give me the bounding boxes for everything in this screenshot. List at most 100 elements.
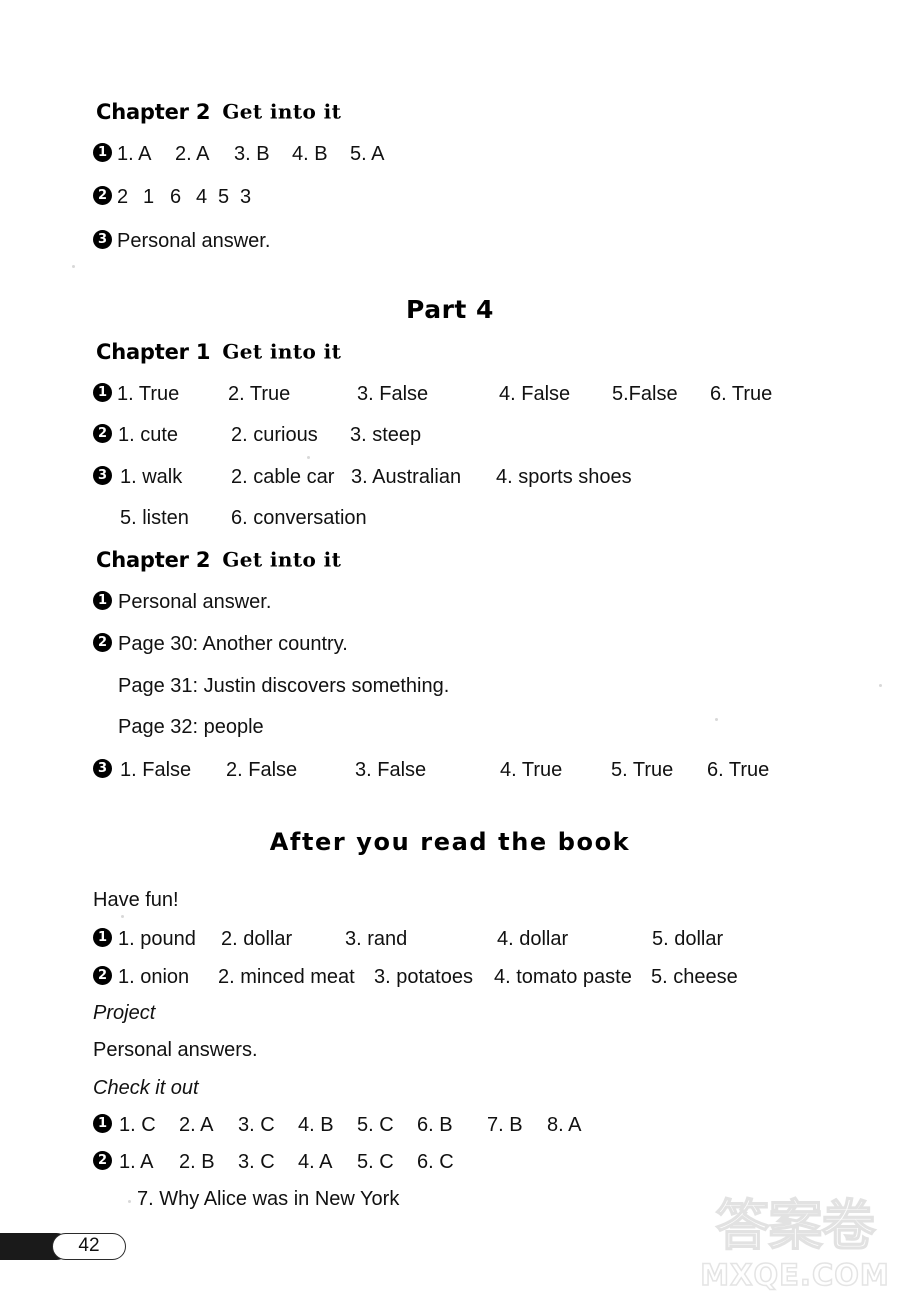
answer-item: 7. B [487, 1114, 523, 1136]
bullet-1: 1 [93, 928, 112, 947]
answer-item: 3 [240, 186, 252, 208]
chapter-subtitle: Get into it [222, 548, 342, 572]
answer-item: 1. pound [118, 928, 196, 950]
chapter-heading-chapter-2-top: Chapter 2 Get into it [96, 100, 341, 124]
scan-speckle [72, 265, 75, 268]
answer-item: 3. rand [345, 928, 408, 950]
answer-item: 8. A [547, 1114, 582, 1136]
chapter-heading-part4-chapter-2: Chapter 2 Get into it [96, 548, 341, 572]
chapter-subtitle: Get into it [222, 340, 342, 364]
answer-item: 4. B [298, 1114, 334, 1136]
answer-item: 4. True [500, 759, 563, 781]
answer-item: 4. dollar [497, 928, 569, 950]
answer-item: 2. False [226, 759, 298, 781]
answer-item: 6. True [707, 759, 770, 781]
answer-item: 1. A [117, 143, 152, 165]
section-title-after-you-read: After you read the book [269, 828, 631, 856]
answer-item: 2. curious [231, 424, 318, 446]
answer-item: 2. True [228, 383, 291, 405]
bullet-3: 3 [93, 466, 112, 485]
bullet-3: 3 [93, 759, 112, 778]
answer-item: 6 [170, 186, 182, 208]
answer-item: 2. A [175, 143, 210, 165]
answer-item: Personal answer. [118, 591, 272, 613]
answer-item: 5. C [357, 1151, 394, 1173]
answer-item: 4. A [298, 1151, 333, 1173]
chapter-subtitle: Get into it [222, 100, 342, 124]
chapter-label: Chapter 1 [96, 340, 211, 364]
answer-item: 3. B [234, 143, 270, 165]
chapter-label: Chapter 2 [96, 100, 211, 124]
bullet-1: 1 [93, 383, 112, 402]
answer-key-page: Chapter 2 Get into it 1 1. A 2. A 3. B 4… [0, 0, 900, 1307]
answer-item: 5.False [612, 383, 678, 405]
bullet-1: 1 [93, 143, 112, 162]
answer-item: 5. cheese [651, 966, 738, 988]
bullet-3: 3 [93, 230, 112, 249]
page-title-part-4: Part 4 [406, 295, 494, 324]
answer-item: 3. C [238, 1151, 275, 1173]
answer-item: Personal answer. [117, 230, 271, 252]
scan-speckle [128, 1200, 131, 1203]
answer-item: Page 32: people [118, 716, 264, 738]
answer-item: 4 [196, 186, 208, 208]
answer-item: 1. C [119, 1114, 156, 1136]
answer-item: 6. B [417, 1114, 453, 1136]
watermark-domain-text: MXQE.COM [700, 1257, 890, 1293]
answer-item: 5 [218, 186, 230, 208]
subheading-check-it-out: Check it out [93, 1077, 199, 1099]
answer-item: 5. listen [120, 507, 189, 529]
answer-item: 6. conversation [231, 507, 367, 529]
answer-item: 4. False [499, 383, 571, 405]
answer-item: 4. tomato paste [494, 966, 632, 988]
chapter-label: Chapter 2 [96, 548, 211, 572]
subheading-have-fun: Have fun! [93, 889, 179, 911]
answer-item: 6. C [417, 1151, 454, 1173]
answer-item: Page 31: Justin discovers something. [118, 675, 450, 697]
answer-item: 2. dollar [221, 928, 293, 950]
answer-item: 1 [143, 186, 155, 208]
answer-item: 1. False [120, 759, 192, 781]
project-answer-text: Personal answers. [93, 1039, 258, 1061]
scan-speckle [879, 684, 882, 687]
answer-item: 1. onion [118, 966, 190, 988]
bullet-2: 2 [93, 1151, 112, 1170]
answer-item: 3. C [238, 1114, 275, 1136]
answer-item: 1. A [119, 1151, 154, 1173]
answer-item: 2. minced meat [218, 966, 355, 988]
answer-item: 2. A [179, 1114, 214, 1136]
answer-item: 6. True [710, 383, 773, 405]
answer-item: 3. Australian [351, 466, 462, 488]
bullet-1: 1 [93, 591, 112, 610]
answer-item: 3. False [355, 759, 427, 781]
bullet-2: 2 [93, 186, 112, 205]
answer-item: 3. potatoes [374, 966, 473, 988]
answer-item: 2. cable car [231, 466, 335, 488]
answer-item: 5. A [350, 143, 385, 165]
bullet-2: 2 [93, 633, 112, 652]
answer-item: Page 30: Another country. [118, 633, 348, 655]
bullet-1: 1 [93, 1114, 112, 1133]
answer-item: 1. walk [120, 466, 183, 488]
answer-item: 3. False [357, 383, 429, 405]
answer-item: 1. True [117, 383, 180, 405]
answer-item: 5. dollar [652, 928, 724, 950]
answer-item: 1. cute [118, 424, 179, 446]
scan-speckle [715, 718, 718, 721]
answer-item: 5. C [357, 1114, 394, 1136]
answer-item: 2 [117, 186, 129, 208]
watermark: 答案卷 MXQE.COM [700, 1193, 890, 1300]
bullet-2: 2 [93, 966, 112, 985]
scan-speckle [307, 456, 310, 459]
bullet-2: 2 [93, 424, 112, 443]
chapter-heading-part4-chapter-1: Chapter 1 Get into it [96, 340, 341, 364]
answer-item: 7. Why Alice was in New York [137, 1188, 400, 1210]
scan-speckle [121, 915, 124, 918]
answer-item: 3. steep [350, 424, 422, 446]
watermark-chinese-text: 答案卷 [715, 1193, 876, 1257]
answer-item: 4. sports shoes [496, 466, 632, 488]
page-number: 42 [78, 1235, 100, 1256]
answer-item: 5. True [611, 759, 674, 781]
subheading-project: Project [93, 1002, 156, 1024]
answer-item: 4. B [292, 143, 328, 165]
